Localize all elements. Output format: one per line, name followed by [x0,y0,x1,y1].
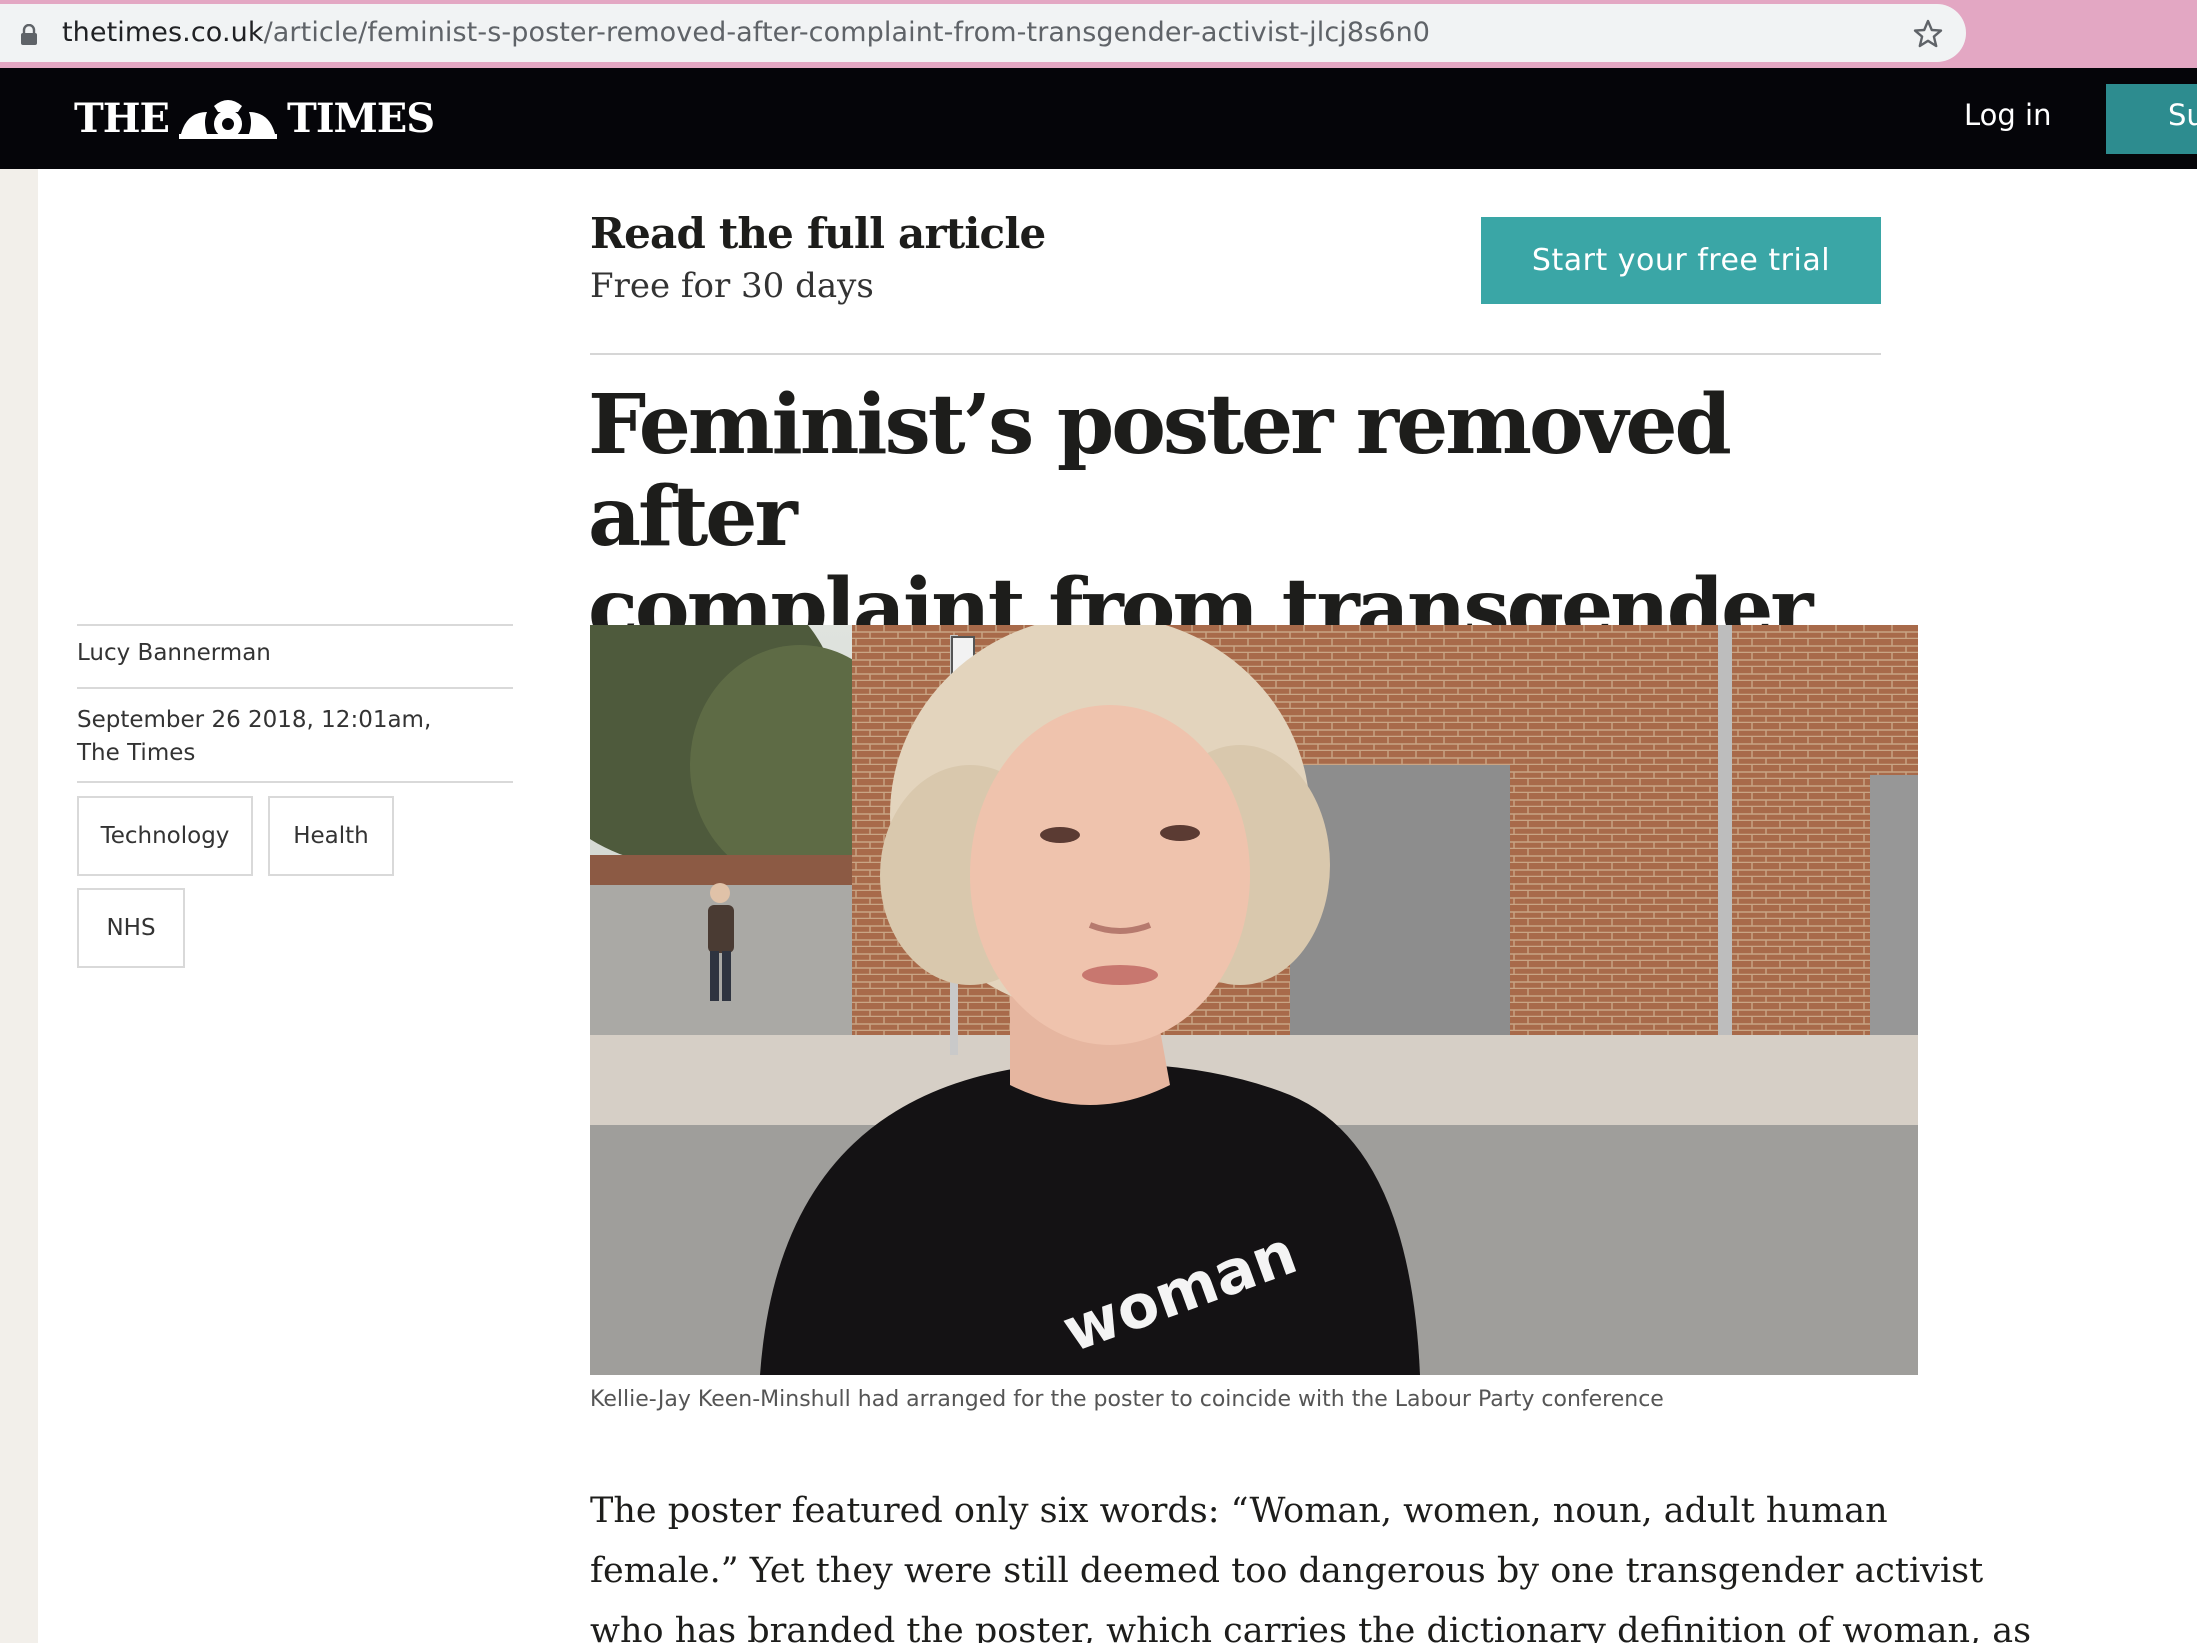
publish-date: September 26 2018, 12:01am, The Times [77,689,513,781]
start-free-trial-button[interactable]: Start your free trial [1481,217,1881,304]
browser-toolbar: thetimes.co.uk/article/feminist-s-poster… [0,0,2197,68]
article-hero-image: woman [590,625,1918,1375]
article-meta: Lucy Bannerman September 26 2018, 12:01a… [77,624,513,983]
url-domain: thetimes.co.uk [62,17,264,48]
promo-subtitle: Free for 30 days [590,266,874,306]
promo-title: Read the full article [590,209,1046,258]
url-path: /article/feminist-s-poster-removed-after… [263,17,1431,48]
body-line-3: who has branded the poster, which carrie… [590,1611,2032,1643]
body-line-1: The poster featured only six words: “Wom… [590,1491,1888,1531]
tag-technology[interactable]: Technology [77,796,253,876]
logo-text-times: TIMES [287,94,435,142]
body-line-2: female.” Yet they were still deemed too … [590,1551,1984,1591]
address-bar[interactable]: thetimes.co.uk/article/feminist-s-poster… [0,4,1966,62]
site-header: THE TIMES Log in Su [0,68,2197,169]
hero-photo: woman [590,625,1918,1375]
login-link[interactable]: Log in [1964,98,2051,132]
subscribe-button[interactable]: Su [2106,84,2197,154]
logo-text-the: THE [74,94,170,142]
url-text[interactable]: thetimes.co.uk/article/feminist-s-poster… [62,17,1430,48]
tag-nhs[interactable]: NHS [77,888,185,968]
author-name[interactable]: Lucy Bannerman [77,626,513,687]
image-caption: Kellie-Jay Keen-Minshull had arranged fo… [590,1387,1664,1412]
promo-divider [590,353,1881,355]
topic-tags: Technology Health NHS [77,783,513,983]
article-page: Read the full article Free for 30 days S… [38,169,2197,1643]
lock-icon[interactable] [20,24,38,46]
headline-line-1: Feminist’s poster removed after [588,377,1732,565]
tag-health[interactable]: Health [268,796,394,876]
date-line-2: The Times [77,740,196,766]
the-times-logo[interactable]: THE TIMES [74,92,435,144]
date-line-1: September 26 2018, 12:01am, [77,707,432,733]
bookmark-star-icon[interactable] [1912,18,1944,50]
article-body: The poster featured only six words: “Wom… [590,1481,2032,1643]
royal-crest-icon [179,100,278,139]
